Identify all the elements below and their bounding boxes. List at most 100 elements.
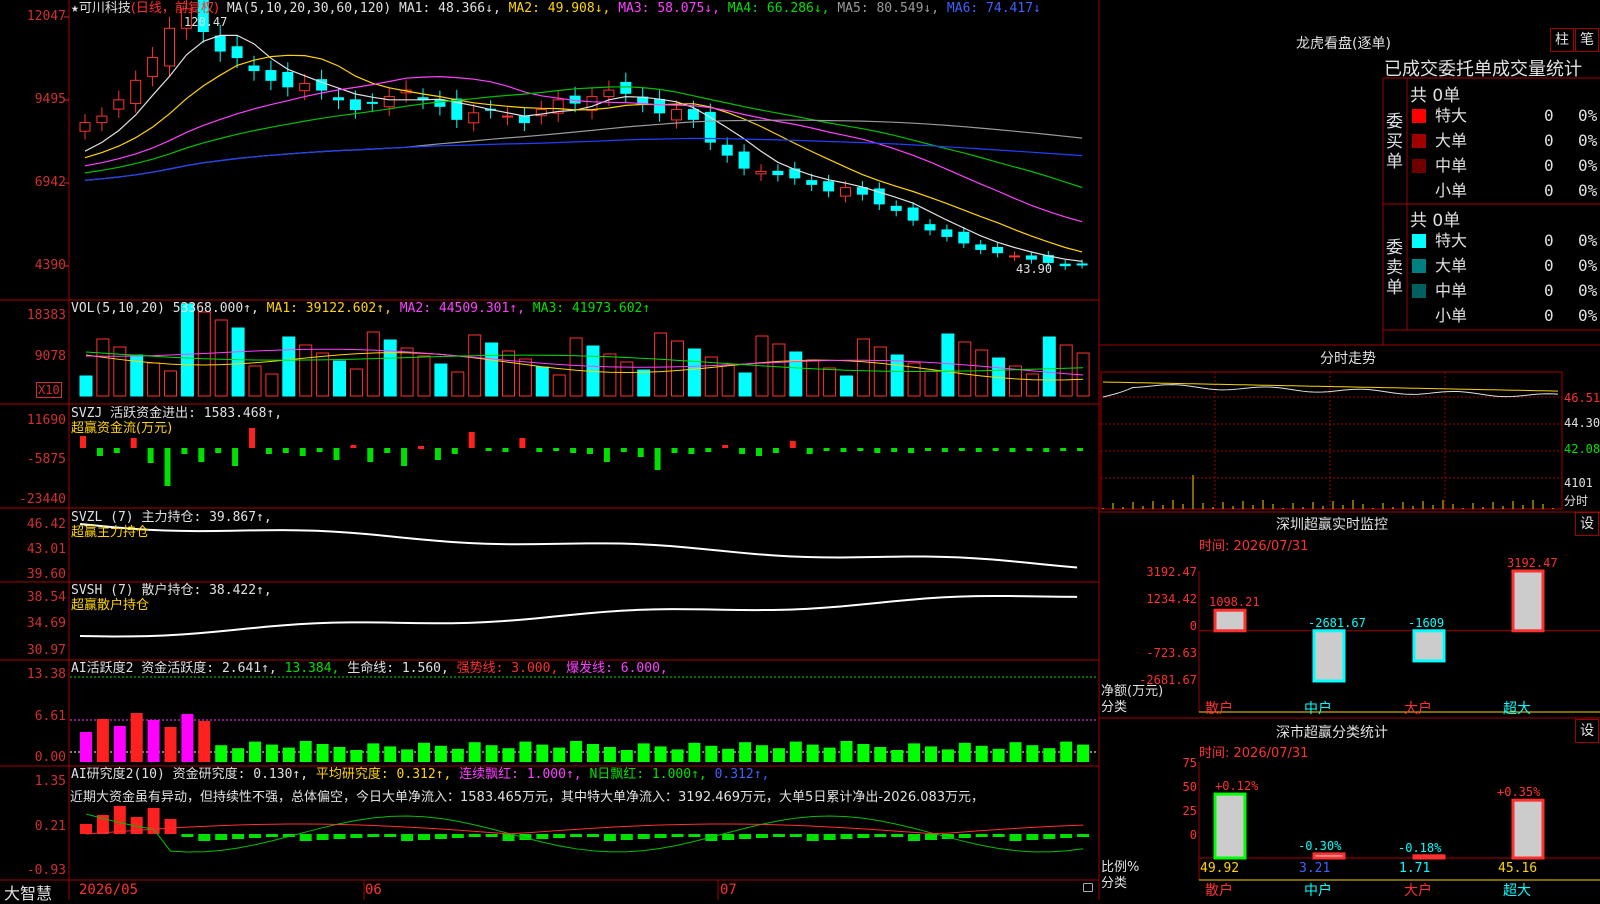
low-price-label: 43.90 [1016, 262, 1053, 276]
fund-flow-bar [654, 448, 661, 470]
activity-bar [857, 744, 870, 762]
candle-body [907, 207, 919, 221]
order-color-swatch [1412, 259, 1426, 273]
sell-total: 共 0单 [1410, 211, 1461, 231]
fund-flow-bar [434, 448, 441, 460]
sz-classify-base-label: 45.16 [1498, 861, 1538, 876]
fund-flow-bar [992, 448, 999, 451]
activity-bar [1060, 741, 1073, 762]
fund-flow-bar [147, 448, 154, 463]
fund-flow-bar [113, 448, 120, 453]
order-color-swatch [1412, 234, 1426, 248]
sz-classify-settings-button[interactable]: 设 [1575, 719, 1599, 743]
svzl-axis-label: 43.01 [26, 542, 66, 557]
star-icon: ★ [71, 1, 79, 16]
fund-flow-bar [772, 448, 779, 453]
intraday-axis-label: 分时 [1564, 494, 1589, 508]
activity-bar [958, 742, 971, 762]
sz-classify-bar [1312, 852, 1346, 860]
research-bar [1009, 834, 1022, 841]
order-pct: 0% [1578, 106, 1598, 125]
svzl-header: SVZL (7) 主力持仓: 39.867↑, [71, 510, 272, 525]
research-bar [113, 806, 126, 834]
activity-bar [316, 744, 329, 762]
sz-monitor-settings-button[interactable]: 设 [1575, 512, 1599, 536]
candle-body [823, 181, 835, 192]
fund-flow-bar [958, 448, 965, 451]
pen-mode-button[interactable]: 笔 [1575, 28, 1599, 52]
order-pct: 0% [1578, 131, 1598, 150]
research-bar [316, 834, 329, 840]
sz-monitor-axis-label: -723.63 [1146, 646, 1197, 660]
activity-bar [705, 745, 718, 762]
research-bar [654, 834, 667, 838]
candle-body [687, 109, 699, 120]
activity-bar [130, 713, 143, 762]
ma-line [84, 75, 1083, 223]
candle-body [772, 170, 784, 176]
fund-flow-bar [468, 432, 475, 448]
sz-classify-bar [1511, 798, 1545, 860]
order-name: 大单 [1435, 256, 1468, 275]
volume-bar [569, 337, 583, 397]
fund-flow-bar [789, 441, 796, 448]
order-name: 小单 [1435, 181, 1468, 200]
order-count: 0 [1544, 281, 1554, 300]
order-color-swatch [1412, 309, 1426, 323]
volume-bar [147, 362, 161, 397]
candle-body [248, 65, 260, 72]
activity-bar [806, 744, 819, 762]
intraday-frame [1100, 371, 1563, 510]
activity-bar [401, 749, 414, 762]
intraday-title: 分时走势 [1320, 351, 1376, 367]
vol-axis-label: 18383 [26, 308, 66, 323]
order-pct: 0% [1578, 281, 1598, 300]
volume-bar [975, 349, 989, 397]
order-pct: 0% [1578, 231, 1598, 250]
activity-bar [198, 721, 211, 762]
research-bar [756, 834, 768, 838]
activity-bar [333, 747, 346, 762]
research-bar [147, 808, 160, 834]
fund-flow-bar [637, 448, 644, 457]
price-axis-label: 12047 [26, 9, 66, 24]
fund-flow-bar [1043, 448, 1050, 452]
research-bar [925, 834, 937, 840]
fund-flow-bar [1026, 448, 1033, 451]
order-count: 0 [1544, 231, 1554, 250]
activity-bar [1043, 748, 1056, 762]
lock-icon[interactable] [1083, 883, 1093, 892]
fund-flow-bar [1009, 448, 1016, 452]
bar-mode-button[interactable]: 柱 [1550, 28, 1574, 52]
fund-flow-bar [806, 448, 813, 454]
research-bar [823, 834, 836, 840]
research-bar [350, 834, 363, 838]
volume-bar [214, 319, 228, 397]
fund-flow-bar [739, 448, 746, 454]
candle-body [214, 35, 226, 52]
activity-bar [181, 714, 194, 762]
research-bar [1043, 834, 1056, 839]
research-bar [857, 834, 870, 838]
svzl-subtitle: 超赢主力持仓 [71, 525, 150, 540]
volume-bar [164, 370, 177, 397]
stock-name[interactable]: 可川科技 [79, 1, 131, 16]
activity-bar [502, 748, 515, 762]
activity-bar [384, 746, 397, 762]
research-bar [198, 834, 211, 841]
ma-params: MA(5,10,20,30,60,120) [226, 1, 392, 16]
research-bar [891, 834, 904, 837]
order-name: 小单 [1435, 306, 1468, 325]
order-color-swatch [1412, 159, 1426, 173]
research-avg-line [85, 823, 1084, 835]
activity-bar [722, 748, 735, 762]
research-bar [671, 834, 684, 837]
activity-bar [519, 741, 532, 762]
sz-classify-axis-label: 75 [1182, 756, 1197, 770]
activity-bar [637, 743, 650, 762]
fund-flow-bar [130, 438, 137, 448]
candle-body [231, 46, 243, 59]
volume-bar [856, 338, 870, 397]
intraday-axis-label: 42.08 [1564, 442, 1600, 456]
activity-bar [265, 744, 278, 762]
